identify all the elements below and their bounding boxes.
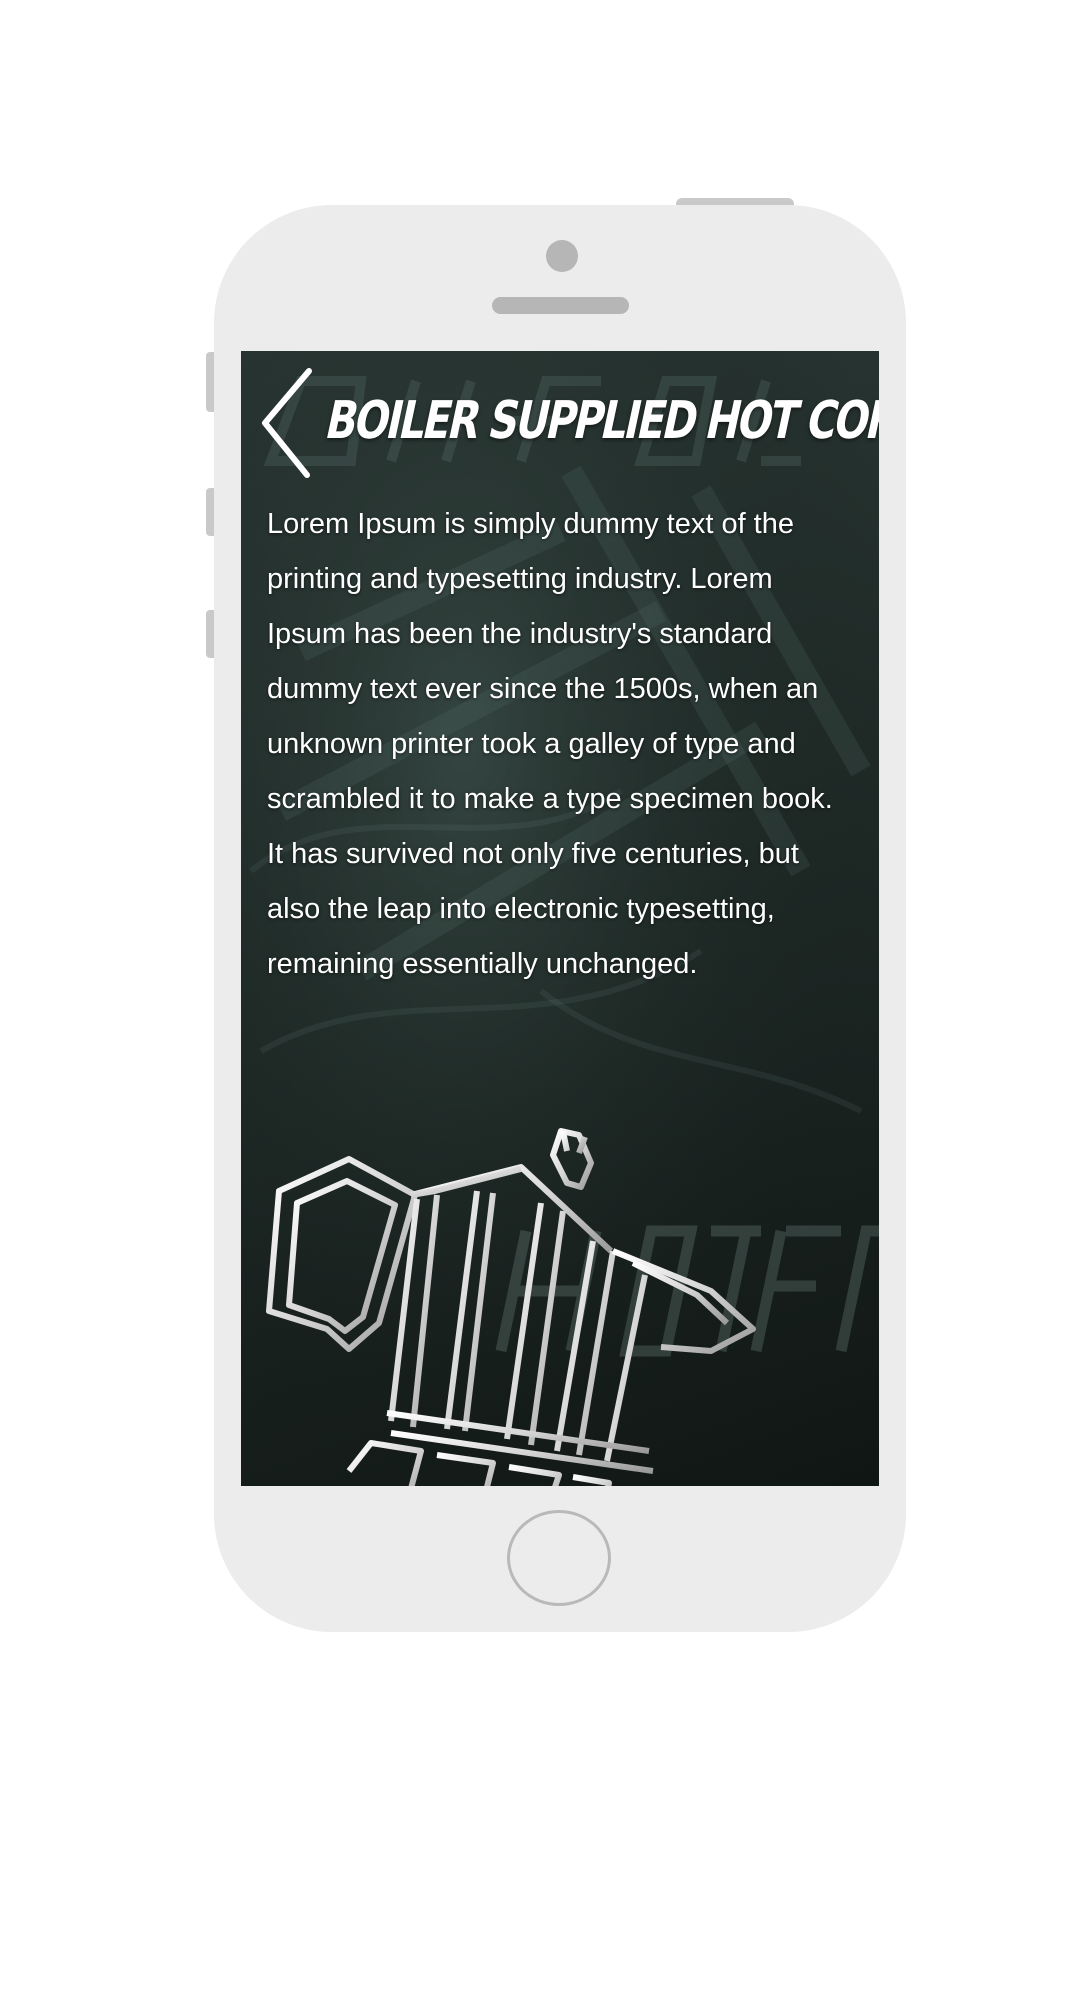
description-text: Lorem Ipsum is simply dummy text of the … xyxy=(267,508,833,980)
chevron-left-icon xyxy=(262,368,312,478)
back-button[interactable] xyxy=(259,367,315,479)
moka-pot-icon xyxy=(266,1128,756,1486)
front-camera xyxy=(546,240,578,272)
screen-title: BOILER SUPPLIED HOT COFFEE xyxy=(320,391,879,451)
home-button[interactable] xyxy=(507,1510,611,1606)
earpiece-speaker xyxy=(492,297,629,314)
phone-screen: BOILER SUPPLIED HOT COFFEE Lorem Ipsum i… xyxy=(241,351,879,1486)
